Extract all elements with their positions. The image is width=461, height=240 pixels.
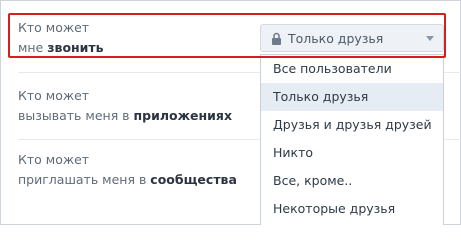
highlight-frame xyxy=(8,13,446,58)
setting-text: вызывать меня в xyxy=(18,108,134,123)
setting-keyword: сообщества xyxy=(150,172,237,187)
setting-communities-label: Кто может приглашать меня в сообщества xyxy=(18,150,237,190)
dropdown-option-nobody[interactable]: Никто xyxy=(261,139,443,167)
dropdown-option-all-users[interactable]: Все пользователи xyxy=(261,55,443,83)
privacy-options-dropdown: Все пользователи Только друзья Друзья и … xyxy=(260,54,444,225)
setting-prefix: Кто может xyxy=(18,152,90,167)
setting-description: вызывать меня в приложениях xyxy=(18,106,232,126)
setting-description: приглашать меня в сообщества xyxy=(18,170,237,190)
setting-keyword: приложениях xyxy=(133,108,233,123)
dropdown-option-friends-only[interactable]: Только друзья xyxy=(261,83,443,111)
dropdown-option-some-friends[interactable]: Некоторые друзья xyxy=(261,195,443,223)
dropdown-option-friends-of-friends[interactable]: Друзья и друзья друзей xyxy=(261,111,443,139)
dropdown-option-all-except[interactable]: Все, кроме.. xyxy=(261,167,443,195)
setting-apps-label: Кто может вызывать меня в приложениях xyxy=(18,86,232,126)
setting-text: приглашать меня в xyxy=(18,172,151,187)
setting-prefix: Кто может xyxy=(18,88,90,103)
